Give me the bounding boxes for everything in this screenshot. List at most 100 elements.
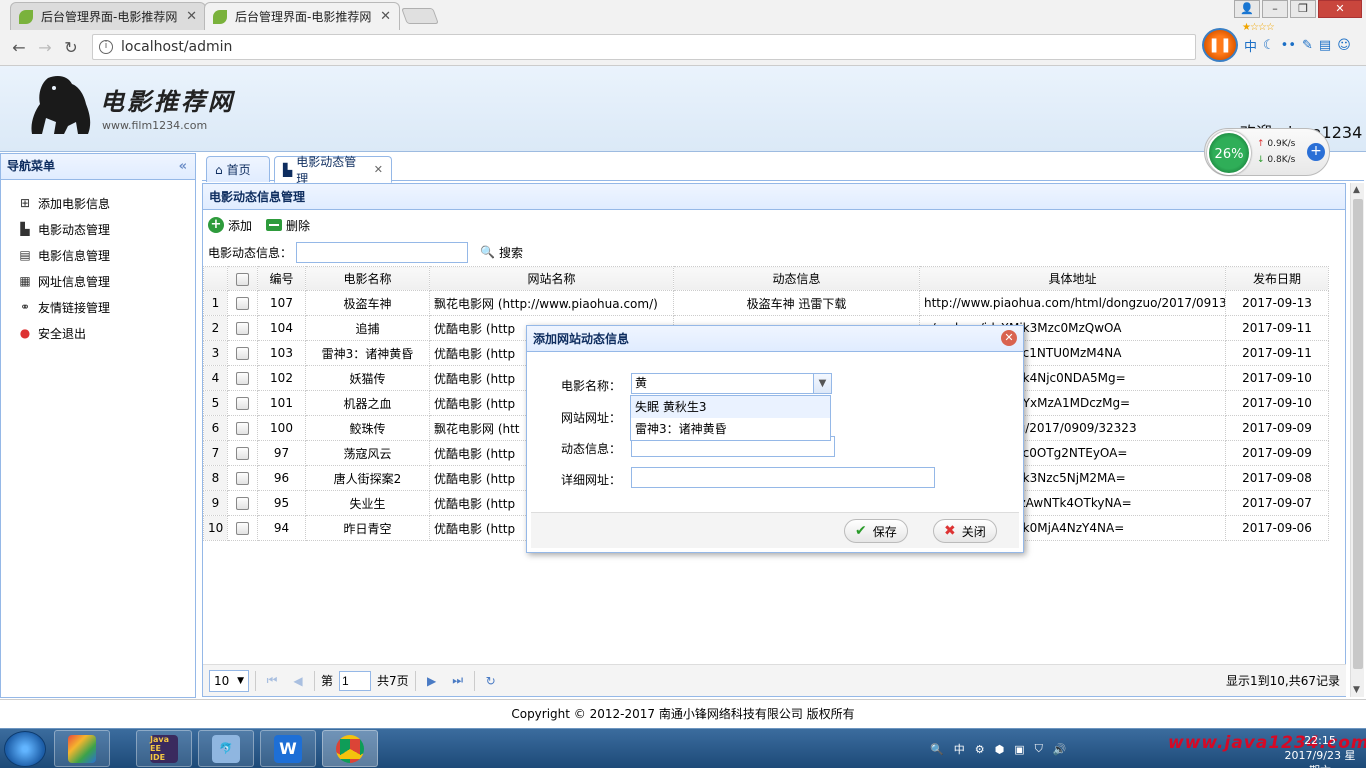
- checkbox[interactable]: [236, 422, 249, 435]
- reload-icon[interactable]: ↻: [58, 38, 84, 57]
- ime-language[interactable]: 中: [954, 741, 965, 757]
- row-checkbox[interactable]: [227, 390, 258, 416]
- prev-page-icon[interactable]: ◀: [288, 674, 308, 688]
- select-all-checkbox[interactable]: [227, 266, 258, 291]
- taskbar-app-active[interactable]: [322, 730, 378, 767]
- back-icon[interactable]: ←: [6, 38, 32, 57]
- browser-tab-active[interactable]: 后台管理界面-电影推荐网 ✕: [204, 2, 400, 30]
- chevron-down-icon[interactable]: ▼: [813, 374, 831, 393]
- tray-icon[interactable]: ⬢: [995, 743, 1005, 756]
- volume-icon[interactable]: 🔊: [1053, 743, 1067, 756]
- scroll-up-icon[interactable]: ▲: [1353, 185, 1360, 195]
- close-icon[interactable]: ✕: [186, 9, 197, 24]
- next-page-icon[interactable]: ▶: [422, 674, 442, 688]
- first-page-icon[interactable]: ⏮: [262, 673, 282, 688]
- checkbox[interactable]: [236, 272, 249, 286]
- row-checkbox[interactable]: [227, 340, 258, 366]
- record-pause-icon[interactable]: ❚❚: [1202, 28, 1238, 62]
- column-header[interactable]: 编号: [257, 266, 306, 291]
- smiley-icon[interactable]: ☺: [1337, 38, 1351, 53]
- checkbox[interactable]: [236, 522, 249, 535]
- row-checkbox[interactable]: [227, 290, 258, 316]
- browser-tab[interactable]: 后台管理界面-电影推荐网 ✕: [10, 2, 206, 30]
- maximize-button[interactable]: ❐: [1290, 0, 1316, 18]
- dropdown-option[interactable]: 失眠 黄秋生3: [631, 396, 830, 418]
- dropdown-option[interactable]: 雷神3：诸神黄昏: [631, 418, 830, 440]
- film-name-combobox[interactable]: 黄 ▼: [631, 373, 832, 394]
- close-icon[interactable]: ✕: [380, 9, 391, 24]
- row-checkbox[interactable]: [227, 365, 258, 391]
- window-close-button[interactable]: ✕: [1318, 0, 1362, 18]
- new-tab-button[interactable]: [401, 8, 439, 24]
- search-label: 电影动态信息：: [208, 245, 293, 260]
- address-bar[interactable]: i localhost/admin: [92, 34, 1196, 60]
- column-header[interactable]: 发布日期: [1225, 266, 1329, 291]
- shield-icon[interactable]: ⛉: [1035, 742, 1043, 756]
- minimize-button[interactable]: –: [1262, 0, 1288, 18]
- add-button[interactable]: + 添加: [208, 217, 252, 234]
- nav-item-logout[interactable]: ● 安全退出: [1, 320, 195, 346]
- checkbox[interactable]: [236, 472, 249, 485]
- checkbox[interactable]: [236, 322, 249, 335]
- start-button[interactable]: [4, 731, 46, 767]
- search-icon[interactable]: 🔍: [930, 743, 944, 756]
- word-icon: W: [274, 734, 302, 763]
- tab-home[interactable]: ⌂ 首页: [206, 156, 270, 182]
- row-checkbox[interactable]: [227, 440, 258, 466]
- row-checkbox[interactable]: [227, 490, 258, 516]
- tab-film-news[interactable]: ▙ 电影动态管理 ✕: [274, 155, 392, 186]
- browser-tab-title: 后台管理界面-电影推荐网: [235, 10, 372, 24]
- wrench-icon[interactable]: ✎: [1302, 38, 1313, 53]
- column-header[interactable]: 具体地址: [919, 266, 1226, 291]
- taskbar-app[interactable]: 🐬: [198, 730, 254, 767]
- taskbar-app[interactable]: W: [260, 730, 316, 767]
- checkbox[interactable]: [236, 497, 249, 510]
- page-number-input[interactable]: [339, 670, 372, 691]
- delete-button[interactable]: 删除: [266, 217, 310, 234]
- nav-item-add-film[interactable]: ⊞ 添加电影信息: [1, 190, 195, 216]
- nav-item-site-info[interactable]: ▦ 网址信息管理: [1, 268, 195, 294]
- tray-icon[interactable]: ⚙: [975, 743, 985, 756]
- taskbar-app[interactable]: Java EE IDE: [136, 730, 192, 767]
- collapse-icon[interactable]: «: [179, 154, 187, 179]
- tray-icon[interactable]: ▣: [1014, 743, 1024, 756]
- nav-item-links[interactable]: ⚭ 友情链接管理: [1, 294, 195, 320]
- last-page-icon[interactable]: ⏭: [448, 673, 468, 688]
- checkbox[interactable]: [236, 297, 249, 310]
- close-icon[interactable]: ✕: [374, 163, 383, 176]
- refresh-icon[interactable]: ↻: [481, 674, 501, 688]
- column-header[interactable]: 电影名称: [305, 266, 430, 291]
- nav-item-film-info[interactable]: ▤ 电影信息管理: [1, 242, 195, 268]
- forward-icon[interactable]: →: [32, 38, 58, 57]
- clipboard-icon[interactable]: ▤: [1319, 38, 1331, 53]
- checkbox[interactable]: [236, 347, 249, 360]
- checkbox[interactable]: [236, 397, 249, 410]
- taskbar-app[interactable]: [54, 730, 110, 767]
- dots-icon[interactable]: ••: [1281, 38, 1296, 53]
- page-size-select[interactable]: 10 ▼: [209, 669, 249, 692]
- dialog-close-icon[interactable]: ✕: [1001, 330, 1017, 346]
- checkbox[interactable]: [236, 372, 249, 385]
- checkbox[interactable]: [236, 447, 249, 460]
- row-checkbox[interactable]: [227, 465, 258, 491]
- chart-icon: ▙: [283, 162, 293, 177]
- column-header[interactable]: 网站名称: [429, 266, 674, 291]
- close-button[interactable]: ✖ 关闭: [933, 519, 997, 543]
- moon-icon[interactable]: ☾: [1263, 38, 1275, 53]
- save-button[interactable]: ✔ 保存: [844, 519, 908, 543]
- ime-icon[interactable]: 中: [1244, 36, 1257, 55]
- row-checkbox[interactable]: [227, 515, 258, 541]
- search-button[interactable]: 🔍 搜索: [480, 244, 523, 261]
- system-clock[interactable]: 22:15 2017/9/23 星期六: [1280, 733, 1360, 768]
- nav-item-film-news[interactable]: ▙ 电影动态管理: [1, 216, 195, 242]
- vertical-scrollbar[interactable]: ▲ ▼: [1350, 183, 1364, 697]
- row-checkbox[interactable]: [227, 315, 258, 341]
- column-header[interactable]: 动态信息: [673, 266, 920, 291]
- search-input[interactable]: [296, 241, 469, 263]
- user-icon[interactable]: 👤: [1234, 0, 1260, 18]
- row-checkbox[interactable]: [227, 415, 258, 441]
- scroll-down-icon[interactable]: ▼: [1353, 685, 1360, 695]
- detail-url-input[interactable]: [631, 467, 935, 488]
- scrollbar-thumb[interactable]: [1353, 199, 1363, 669]
- table-row[interactable]: 1 107 极盗车神 飘花电影网 (http://www.piaohua.com/) 极…: [203, 290, 1329, 316]
